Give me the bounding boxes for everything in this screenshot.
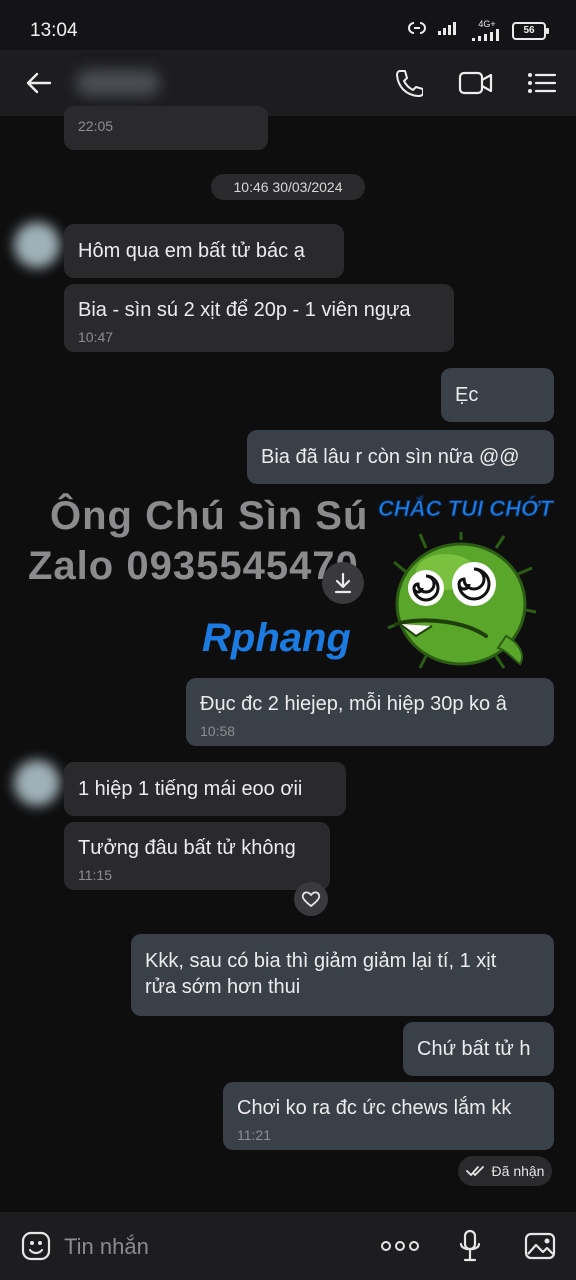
composer-bar: Tin nhắn (0, 1212, 576, 1280)
microphone-icon (459, 1229, 481, 1262)
message-text: Hôm qua em bất tử bác ạ (78, 240, 305, 262)
message-bubble[interactable]: Bia đã lâu r còn sìn nữa @@ (247, 430, 554, 484)
watermark-phone: Zalo 0935545470 (28, 544, 359, 588)
back-button[interactable] (14, 59, 62, 107)
list-menu-icon (528, 73, 557, 93)
message-bubble[interactable]: Hôm qua em bất tử bác ạ (64, 224, 344, 278)
call-button[interactable] (384, 59, 432, 107)
message-text: Bia đã lâu r còn sìn nữa @@ (261, 446, 520, 468)
hotspot-icon (406, 21, 428, 40)
sticker-button[interactable] (12, 1222, 60, 1270)
avatar[interactable] (14, 222, 60, 268)
message-bubble[interactable]: Đục đc 2 hiejep, mỗi hiệp 30p ko â 10:58 (186, 678, 554, 746)
message-time: 10:58 (200, 723, 236, 739)
voice-button[interactable] (446, 1222, 494, 1270)
delivery-status: Đã nhận (458, 1156, 552, 1186)
message-input[interactable]: Tin nhắn (64, 1234, 149, 1260)
status-bar: 13:04 4G+ 56 (0, 0, 576, 50)
video-call-button[interactable] (452, 59, 500, 107)
message-text: Ẹc (455, 384, 479, 406)
contact-name[interactable] (76, 70, 160, 96)
pufferfish-sticker-icon (387, 528, 537, 669)
message-time: 11:21 (237, 1127, 271, 1143)
video-camera-icon (458, 71, 493, 95)
reaction-button[interactable] (294, 882, 328, 916)
message-text: Bia - sìn sú 2 xịt để 20p - 1 viên ngựa (78, 299, 411, 321)
delivery-status-text: Đã nhận (491, 1163, 545, 1179)
message-list[interactable]: 22:05 10:46 30/03/2024 Hôm qua em bất tử… (0, 106, 576, 1212)
status-icons: 4G+ 56 (406, 20, 549, 41)
network-type: 4G+ (478, 19, 496, 29)
date-separator: 10:46 30/03/2024 (211, 174, 365, 200)
message-text: Chơi ko ra đc ức chews lắm kk (237, 1097, 512, 1119)
signal-icon (438, 21, 462, 40)
message-bubble[interactable]: Chứ bất tử h (403, 1022, 554, 1076)
message-time: 10:47 (78, 329, 114, 345)
message-text-line1: Kkk, sau có bia thì giảm giảm lại tí, 1 … (145, 950, 497, 972)
message-bubble[interactable]: Kkk, sau có bia thì giảm giảm lại tí, 1 … (131, 934, 554, 1016)
double-check-icon (465, 1166, 484, 1176)
gallery-button[interactable] (516, 1222, 564, 1270)
heart-icon (301, 891, 321, 907)
signal-4g-icon: 4G+ (472, 20, 502, 41)
message-bubble[interactable]: 1 hiệp 1 tiếng mái eoo ơii (64, 762, 346, 816)
message-bubble[interactable]: Chơi ko ra đc ức chews lắm kk 11:21 (223, 1082, 554, 1150)
message-bubble[interactable]: Bia - sìn sú 2 xịt để 20p - 1 viên ngựa … (64, 284, 454, 352)
message-text: Đục đc 2 hiejep, mỗi hiệp 30p ko â (200, 693, 507, 715)
menu-button[interactable] (518, 59, 566, 107)
download-button[interactable] (322, 562, 364, 604)
arrow-left-icon (26, 72, 52, 94)
more-dots-icon (381, 1241, 419, 1251)
message-bubble-partial[interactable]: 22:05 (64, 106, 268, 150)
more-options-button[interactable] (376, 1222, 424, 1270)
battery-icon: 56 (512, 21, 549, 40)
status-time: 13:04 (30, 20, 78, 41)
message-text-line2: rửa sớm hơn thui (145, 976, 301, 998)
sticker-caption: CHẮC TUI CHỚT (378, 496, 554, 522)
smiley-icon (21, 1231, 51, 1261)
message-time: 22:05 (78, 118, 114, 134)
sticker-image[interactable] (386, 528, 537, 672)
message-bubble[interactable]: Ẹc (441, 368, 554, 422)
avatar[interactable] (14, 760, 60, 806)
download-icon (334, 572, 352, 594)
message-text: Chứ bất tử h (417, 1038, 531, 1060)
message-time: 11:15 (78, 867, 112, 883)
image-icon (524, 1232, 556, 1260)
logo-text: Rphang (202, 616, 351, 660)
message-text: Tưởng đâu bất tử không (78, 837, 296, 859)
message-bubble[interactable]: Tưởng đâu bất tử không 11:15 (64, 822, 330, 890)
watermark-name: Ông Chú Sìn Sú (50, 494, 369, 538)
message-text: 1 hiệp 1 tiếng mái eoo ơii (78, 778, 303, 800)
phone-icon (396, 70, 423, 97)
